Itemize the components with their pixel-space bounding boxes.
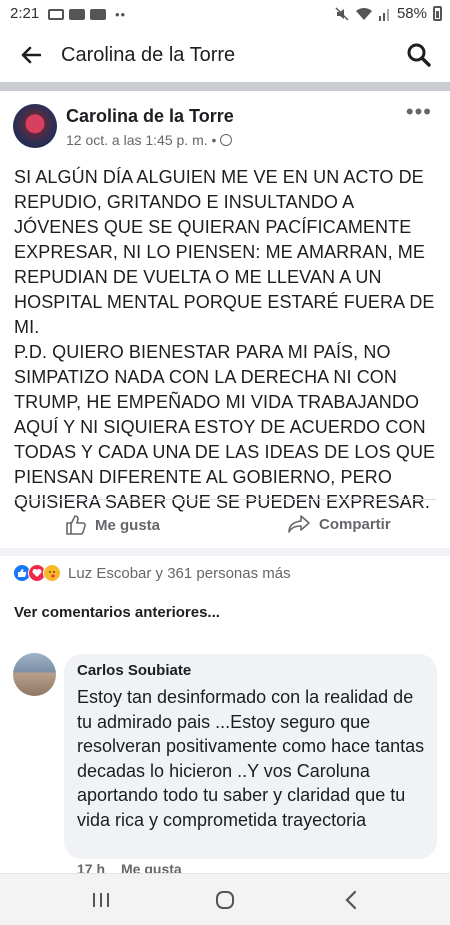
notification-icons: ••	[48, 7, 126, 22]
author-avatar[interactable]	[13, 104, 57, 148]
post-header: Carolina de la Torre 12 oct. a las 1:45 …	[0, 91, 450, 161]
section-divider	[0, 82, 450, 91]
youtube-icon	[69, 9, 85, 20]
post-body: SI ALGÚN DÍA ALGUIEN ME VE EN UN ACTO DE…	[14, 167, 436, 512]
care-reaction-icon	[43, 564, 61, 582]
post-actions: Me gusta Compartir	[0, 500, 450, 548]
system-nav-bar	[0, 873, 450, 925]
post-meta: 12 oct. a las 1:45 p. m. •	[66, 132, 233, 148]
system-back-button[interactable]	[338, 888, 364, 912]
like-label: Me gusta	[95, 516, 161, 534]
like-button[interactable]: Me gusta	[65, 514, 160, 536]
share-arrow-icon	[288, 515, 310, 533]
reactions-summary[interactable]: Luz Escobar y 361 personas más	[13, 563, 291, 583]
status-time: 2:21	[10, 5, 40, 22]
more-notifications-icon: ••	[115, 7, 127, 22]
recent-apps-icon	[93, 893, 109, 907]
recent-apps-button[interactable]	[88, 888, 114, 912]
view-previous-comments[interactable]: Ver comentarios anteriores...	[14, 604, 220, 621]
screen-icon	[48, 9, 64, 20]
battery-icon	[433, 6, 442, 21]
wifi-icon	[355, 7, 372, 20]
page-title: Carolina de la Torre	[61, 44, 236, 66]
post-author[interactable]: Carolina de la Torre	[66, 106, 234, 127]
share-label: Compartir	[319, 515, 391, 533]
thumbs-up-icon	[66, 515, 86, 535]
search-icon	[407, 43, 431, 67]
share-button[interactable]: Compartir	[287, 514, 391, 534]
chevron-left-icon	[345, 890, 357, 910]
app-bar: Carolina de la Torre	[0, 28, 450, 82]
section-divider-2	[0, 548, 450, 556]
comment-bubble: Carlos Soubiate Estoy tan desinformado c…	[64, 654, 437, 859]
search-button[interactable]	[406, 42, 432, 68]
youtube-icon-2	[90, 9, 106, 20]
battery-percent: 58%	[396, 5, 427, 22]
home-icon	[216, 891, 234, 909]
globe-icon	[220, 134, 233, 146]
signal-icon	[378, 8, 389, 21]
status-bar: 2:21 •• 58%	[0, 0, 450, 28]
home-button[interactable]	[212, 888, 238, 912]
commenter-avatar[interactable]	[13, 653, 56, 696]
mute-icon	[335, 6, 349, 21]
reactions-text: Luz Escobar y 361 personas más	[68, 564, 291, 582]
post-timestamp[interactable]: 12 oct. a las 1:45 p. m. •	[66, 132, 216, 148]
more-options-icon[interactable]: •••	[406, 99, 432, 125]
comment-author[interactable]: Carlos Soubiate	[77, 662, 191, 679]
arrow-left-icon	[21, 46, 41, 64]
back-button[interactable]	[18, 42, 44, 68]
system-icons: 58%	[335, 5, 442, 22]
comment-text: Estoy tan desinformado con la realidad d…	[77, 687, 425, 830]
